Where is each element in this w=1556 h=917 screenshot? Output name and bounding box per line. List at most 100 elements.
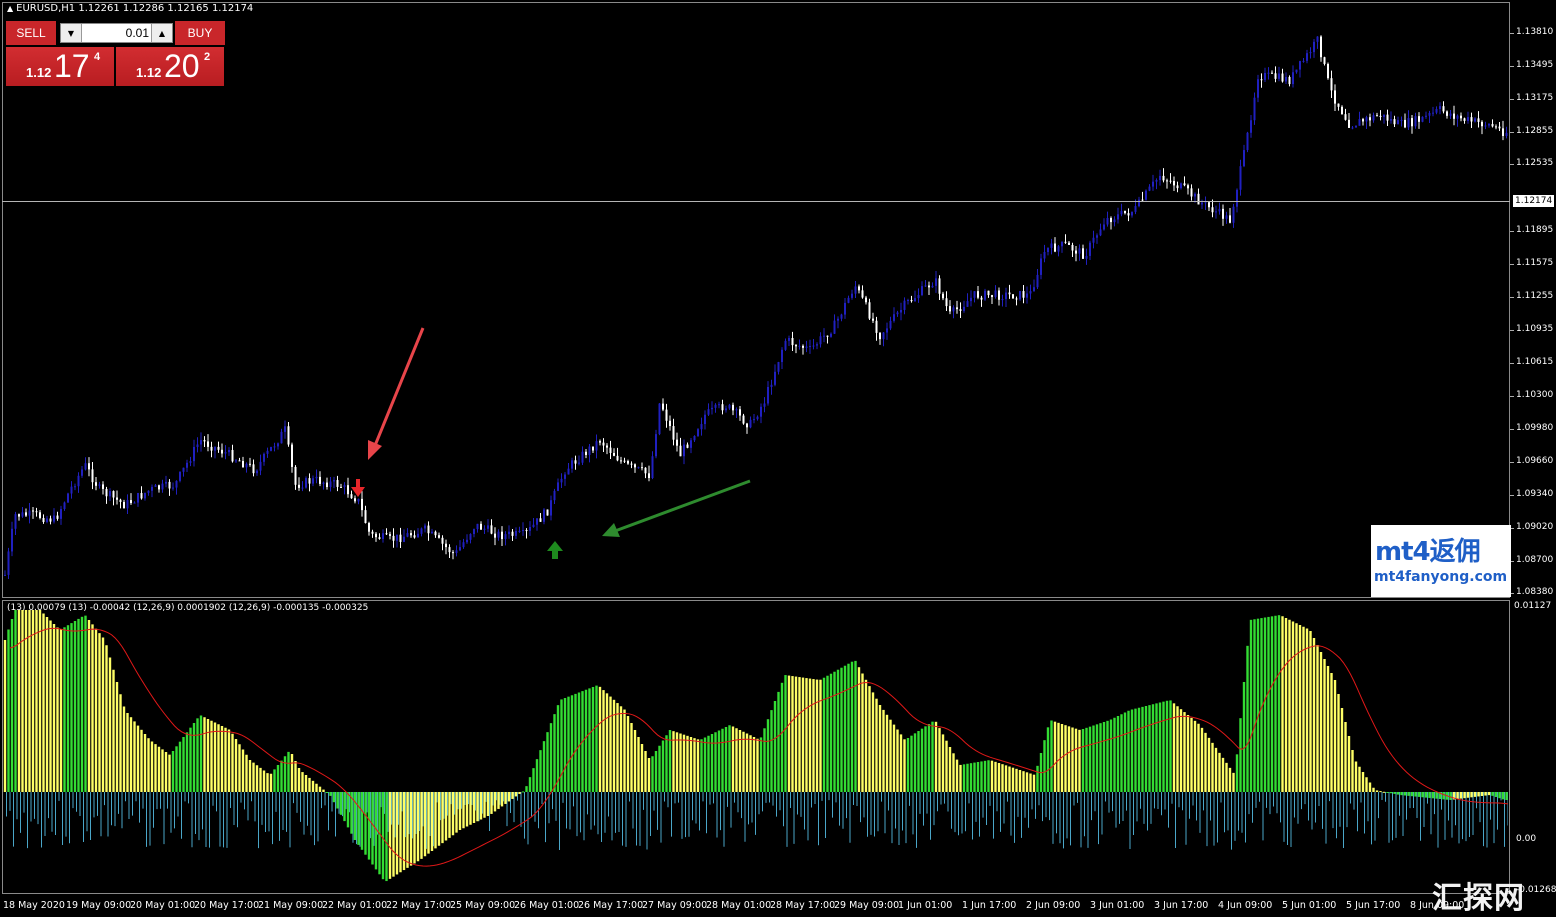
histogram-bar (535, 759, 539, 792)
histogram-bar (1134, 708, 1137, 792)
histogram-bar (1480, 792, 1484, 796)
histogram-bar (322, 789, 325, 792)
histogram-bar (1057, 722, 1060, 792)
price-tick: 1.08380 (1516, 587, 1554, 597)
histogram-bar (1053, 721, 1057, 792)
histogram-bar (829, 673, 833, 792)
histogram-bar (1249, 619, 1253, 792)
histogram-bar (752, 737, 756, 792)
histogram-bar (1379, 791, 1382, 793)
histogram-bar (1022, 771, 1025, 792)
price-tick: 1.11255 (1516, 291, 1554, 301)
histogram-bar (934, 721, 938, 792)
histogram-bar (294, 761, 297, 792)
time-tick: 19 May 09:00 (66, 900, 132, 911)
price-tick-mark (1510, 330, 1514, 331)
price-tick: 1.12855 (1516, 126, 1554, 136)
histogram-bar (773, 701, 777, 792)
indicator-histogram[interactable] (0, 600, 1508, 894)
histogram-bar (1186, 715, 1190, 792)
histogram-bar (1123, 712, 1127, 792)
histogram-bar (924, 726, 927, 792)
histogram-bar (1470, 792, 1473, 798)
histogram-bar (700, 739, 703, 792)
histogram-bar (1232, 772, 1235, 792)
histogram-bar (952, 753, 955, 792)
histogram-bar (255, 765, 259, 792)
histogram-bar (794, 676, 798, 792)
price-tick: 1.11895 (1516, 225, 1554, 235)
histogram-bar (38, 610, 42, 792)
histogram-bar (868, 686, 871, 792)
time-tick: 3 Jun 01:00 (1090, 900, 1145, 911)
histogram-bar (1298, 625, 1302, 792)
histogram-bar (1127, 710, 1130, 792)
histogram-bar (1162, 701, 1165, 792)
histogram-bar (308, 777, 311, 792)
histogram-bar (206, 719, 210, 792)
histogram-bar (931, 721, 934, 792)
time-tick: 28 May 01:00 (706, 900, 772, 911)
histogram-bar (1263, 617, 1267, 792)
histogram-bar (1431, 792, 1435, 799)
histogram-bar (1393, 792, 1396, 794)
histogram-bar (1428, 792, 1431, 798)
histogram-bar (129, 717, 133, 792)
histogram-bar (770, 710, 773, 792)
histogram-bar (241, 749, 245, 792)
histogram-bar (815, 679, 819, 792)
histogram-bar (1484, 792, 1487, 796)
histogram-bar (784, 675, 787, 792)
histogram-bar (640, 744, 644, 792)
histogram-bar (3, 640, 7, 792)
histogram-bar (1043, 740, 1046, 792)
price-tick: 1.10935 (1516, 324, 1554, 334)
histogram-bar (7, 629, 10, 792)
histogram-bar (1071, 727, 1074, 792)
histogram-bar (525, 786, 528, 792)
histogram-bar (59, 629, 63, 792)
price-tick-mark (1510, 264, 1514, 265)
histogram-bar (178, 741, 182, 792)
histogram-bar (234, 739, 238, 792)
histogram-bar (1365, 777, 1368, 792)
histogram-bar (1344, 722, 1347, 792)
price-tick-mark (1510, 363, 1514, 364)
time-tick: 28 May 17:00 (770, 900, 836, 911)
histogram-bar (1085, 727, 1088, 792)
histogram-bar (185, 732, 189, 792)
histogram-bar (609, 696, 612, 792)
histogram-bar (49, 620, 52, 792)
histogram-bar (248, 760, 252, 792)
histogram-bar (654, 751, 658, 792)
price-tick: 1.13810 (1516, 27, 1554, 37)
histogram-bar (938, 728, 941, 792)
histogram-bar (598, 686, 602, 792)
histogram-bar (1316, 645, 1319, 792)
histogram-bar (1207, 737, 1211, 792)
histogram-bar (777, 691, 780, 792)
histogram-bar (1165, 700, 1169, 792)
histogram-bar (780, 682, 784, 792)
histogram-bar (73, 621, 77, 792)
histogram-bar (101, 637, 105, 792)
histogram-bar (542, 741, 546, 792)
histogram-bar (906, 738, 910, 792)
histogram-bar (1228, 767, 1232, 792)
histogram-bar (1491, 792, 1494, 796)
histogram-bar (357, 792, 360, 845)
histogram-bar (1193, 720, 1197, 792)
histogram-bar (658, 745, 661, 792)
histogram-bar (448, 792, 451, 838)
histogram-bar (840, 667, 843, 792)
red-pointer-head (368, 440, 382, 460)
histogram-bar (217, 724, 220, 792)
time-tick: 5 Jun 01:00 (1282, 900, 1337, 911)
price-tick-mark (1510, 33, 1514, 34)
time-tick: 5 Jun 17:00 (1346, 900, 1401, 911)
histogram-bar (1176, 706, 1179, 792)
buy-arrow-icon (547, 541, 563, 559)
histogram-bar (343, 792, 346, 822)
histogram-bar (791, 676, 794, 792)
histogram-bar (24, 610, 28, 792)
